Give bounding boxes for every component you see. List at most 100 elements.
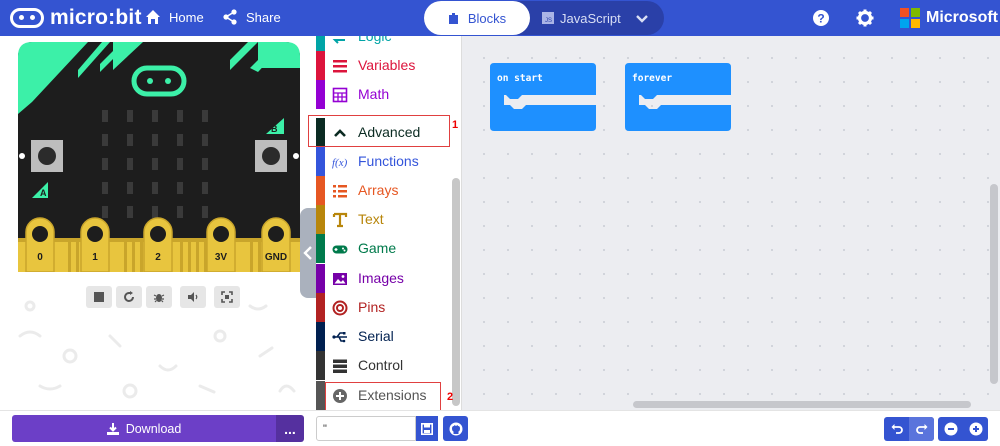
svg-text:f(x): f(x) [332,157,348,169]
forever-label: forever [632,73,673,84]
category-label: Images [358,270,404,286]
logic-icon [332,39,345,44]
save-button[interactable] [416,416,438,441]
home-button[interactable]: Home [145,9,204,25]
usb-icon [332,332,347,343]
category-label: Math [358,86,390,102]
bug-icon [153,294,165,303]
toolbox-scrollbar[interactable] [452,178,460,406]
svg-text:?: ? [817,11,824,25]
gear-icon[interactable] [856,9,874,27]
zoom-out-icon [944,422,957,436]
pin-label-gnd: GND [265,252,287,263]
download-label: Download [125,421,182,436]
simulator-controls [86,286,240,308]
target-icon [332,300,348,316]
blocks-workspace[interactable]: on start forever [462,36,1000,410]
category-game[interactable]: Game [316,234,450,263]
category-control[interactable]: Control [316,351,450,380]
fullscreen-icon [221,291,233,303]
pin-label-3v: 3V [215,252,228,263]
microsoft-label: Microsoft [926,9,998,26]
undo-icon [891,424,903,434]
pin-label-1: 1 [92,252,98,263]
category-images[interactable]: Images [316,264,450,293]
share-label: Share [246,9,281,25]
puzzle-icon [448,12,458,24]
microsoft-logo-icon [900,8,920,28]
toolbox: Logic Variables Math Advanced f(x) Funct… [316,36,462,410]
tab-blocks[interactable]: Blocks [424,1,530,35]
category-label: Text [358,211,384,227]
category-label: Arrays [358,182,399,198]
category-label: Serial [358,328,394,344]
github-button[interactable] [443,416,468,441]
category-variables[interactable]: Variables [316,51,450,80]
microbit-logo[interactable]: micro:bit [10,6,142,30]
category-math[interactable]: Math [316,80,450,109]
button-b-label: B [271,124,278,134]
microsoft-logo[interactable]: Microsoft [900,8,998,28]
category-pins[interactable]: Pins [316,293,450,322]
fullscreen-button[interactable] [214,286,240,308]
download-more-button[interactable]: ... [276,415,304,442]
home-label: Home [169,9,204,25]
calculator-icon [332,87,348,103]
image-icon [333,273,347,285]
pin-label-0: 0 [37,252,43,263]
text-icon [332,212,348,228]
collapse-simulator-tab[interactable] [300,208,316,298]
debug-button[interactable] [146,286,172,308]
category-text[interactable]: Text [316,205,450,234]
more-label: ... [284,420,296,437]
highlight-box-advanced [308,115,450,147]
download-icon [106,422,119,435]
category-serial[interactable]: Serial [316,322,450,351]
on-start-label: on start [497,73,543,84]
sound-button[interactable] [180,286,206,308]
brand-name: micro:bit [50,6,142,29]
download-button[interactable]: Download [12,415,276,442]
tab-javascript[interactable]: JS JavaScript [542,1,621,35]
gamepad-icon [332,245,348,254]
category-label: Control [358,357,404,373]
annotation-number-1: 1 [452,119,459,131]
zoom-out-button[interactable] [938,417,963,441]
workspace-horizontal-scrollbar[interactable] [633,401,971,408]
undo-button[interactable] [884,417,909,441]
help-icon[interactable]: ? [812,9,830,27]
restart-button[interactable] [116,286,142,308]
list-icon [333,185,347,198]
chevron-down-icon[interactable] [634,10,650,26]
undo-redo-group [884,417,934,441]
button-a-label: A [40,188,47,198]
forever-block[interactable]: forever [625,63,733,138]
stop-button[interactable] [86,286,112,308]
category-arrays[interactable]: Arrays [316,176,450,205]
editor-toggle: Blocks JS JavaScript [424,1,664,35]
javascript-icon: JS [542,12,554,24]
category-functions[interactable]: f(x) Functions [316,147,450,176]
simulator-panel: 0 1 2 3V GND A B [0,36,316,410]
project-name-input[interactable] [316,416,416,441]
share-button[interactable]: Share [222,9,281,25]
microbit-board: 0 1 2 3V GND A B [18,42,300,272]
github-icon [449,422,462,435]
redo-button[interactable] [909,417,934,441]
microbit-logo-icon [10,8,44,28]
svg-text:JS: JS [545,18,552,24]
on-start-block[interactable]: on start [490,63,598,138]
share-icon [223,9,237,25]
annotation-number-2: 2 [447,391,454,403]
save-icon [421,422,433,435]
variables-icon [333,60,347,73]
zoom-group [938,417,988,441]
workspace-vertical-scrollbar[interactable] [990,184,998,384]
top-bar: micro:bit Home Share Blocks JS JavaScrip… [0,0,1000,36]
zoom-in-button[interactable] [963,417,988,441]
tab-javascript-label: JavaScript [560,10,621,26]
speaker-icon [188,292,198,302]
category-logic[interactable]: Logic [316,36,450,51]
chevron-left-icon [303,246,312,260]
tab-blocks-label: Blocks [467,10,507,26]
